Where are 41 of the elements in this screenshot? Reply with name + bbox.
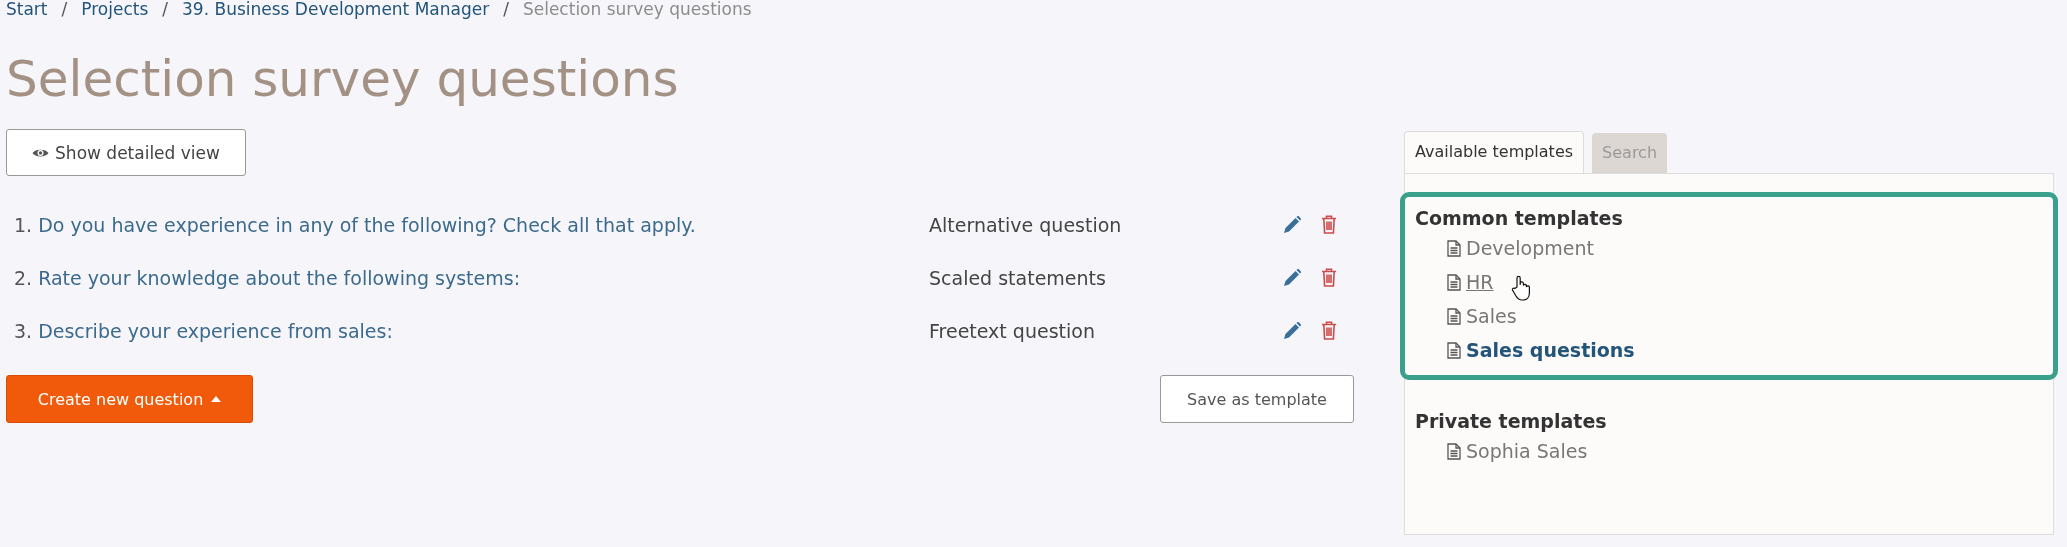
- document-icon: [1447, 442, 1461, 460]
- breadcrumb-separator: /: [503, 0, 509, 19]
- question-number: 1.: [14, 213, 33, 236]
- pencil-icon[interactable]: [1283, 215, 1301, 234]
- breadcrumb-separator: /: [61, 0, 68, 19]
- hand-cursor-icon: [1511, 275, 1531, 301]
- page-title: Selection survey questions: [6, 49, 680, 109]
- template-item[interactable]: Sophia Sales: [1447, 434, 1588, 468]
- pencil-icon[interactable]: [1283, 321, 1301, 340]
- breadcrumb-link[interactable]: 39. Business Development Manager: [182, 0, 490, 19]
- document-icon: [1447, 273, 1461, 291]
- trash-icon[interactable]: [1321, 215, 1337, 234]
- document-icon: [1447, 239, 1461, 257]
- question-type: Alternative question: [929, 213, 1123, 236]
- template-item[interactable]: HR: [1447, 265, 1494, 299]
- pencil-icon[interactable]: [1283, 268, 1301, 287]
- template-item[interactable]: Sales: [1447, 299, 1517, 333]
- save-as-template-button[interactable]: Save as template: [1160, 375, 1354, 423]
- question-link[interactable]: Describe your experience from sales:: [38, 319, 393, 342]
- caret-up-icon: [211, 396, 222, 402]
- breadcrumb-link[interactable]: Start: [6, 0, 48, 19]
- template-item[interactable]: Development: [1447, 231, 1594, 265]
- trash-icon[interactable]: [1321, 268, 1337, 287]
- question-number: 3.: [14, 319, 33, 342]
- create-question-button[interactable]: Create new question: [6, 375, 253, 423]
- question-type: Freetext question: [929, 319, 1096, 342]
- group-heading: Private templates: [1415, 410, 1608, 432]
- template-item[interactable]: Sales questions: [1447, 333, 1635, 367]
- group-heading: Common templates: [1415, 207, 1624, 229]
- show-detailed-view-button[interactable]: Show detailed view: [6, 129, 246, 176]
- document-icon: [1447, 341, 1461, 359]
- breadcrumb-separator: /: [162, 0, 169, 19]
- question-link[interactable]: Do you have experience in any of the following? Check all that apply.: [38, 213, 696, 236]
- document-icon: [1447, 307, 1461, 325]
- question-link[interactable]: Rate your knowledge about the following systems:: [38, 266, 521, 289]
- breadcrumb-current: Selection survey questions: [522, 0, 752, 19]
- question-type: Scaled statements: [929, 266, 1107, 289]
- tab[interactable]: Available templates: [1404, 131, 1585, 173]
- question-number: 2.: [14, 266, 33, 289]
- trash-icon[interactable]: [1321, 321, 1337, 340]
- breadcrumb-link[interactable]: Projects: [81, 0, 149, 19]
